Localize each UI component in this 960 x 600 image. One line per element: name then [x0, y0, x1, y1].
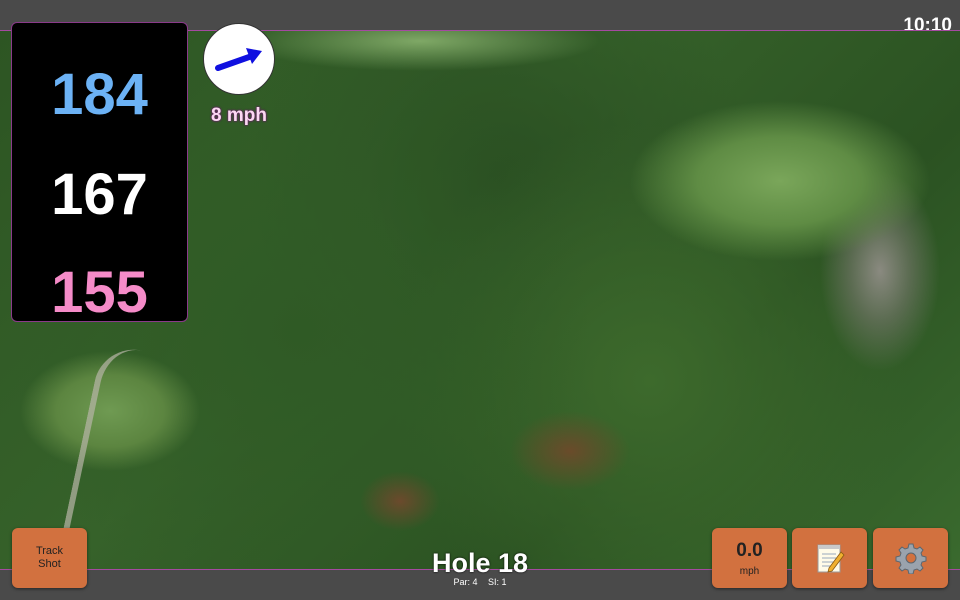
gear-icon: [895, 543, 926, 574]
speed-unit: mph: [739, 565, 760, 577]
hole-title: Hole 18: [431, 548, 529, 578]
wind-direction-arrow-icon: [215, 48, 262, 71]
hole-info: Par: 4 SI: 1: [380, 577, 580, 588]
distance-middle: 167: [51, 162, 148, 227]
distance-back: 184: [51, 62, 148, 127]
wind-speed: 8 mph: [211, 105, 267, 126]
distance-panel: 184 167 155: [11, 22, 188, 325]
distance-front: 155: [51, 260, 148, 325]
hole-par: Par: 4: [453, 577, 478, 587]
track-shot-label: Track Shot: [35, 545, 64, 570]
notepad-icon: [817, 544, 845, 573]
hole-stroke-index: SI: 1: [488, 577, 507, 587]
speed-value: 0.0: [736, 539, 763, 561]
speed-button[interactable]: 0.0 mph: [712, 528, 787, 588]
wind-indicator: [203, 23, 275, 95]
track-shot-button[interactable]: Track Shot: [12, 528, 87, 588]
scorecard-notes-button[interactable]: [792, 528, 867, 588]
settings-button[interactable]: [873, 528, 948, 588]
